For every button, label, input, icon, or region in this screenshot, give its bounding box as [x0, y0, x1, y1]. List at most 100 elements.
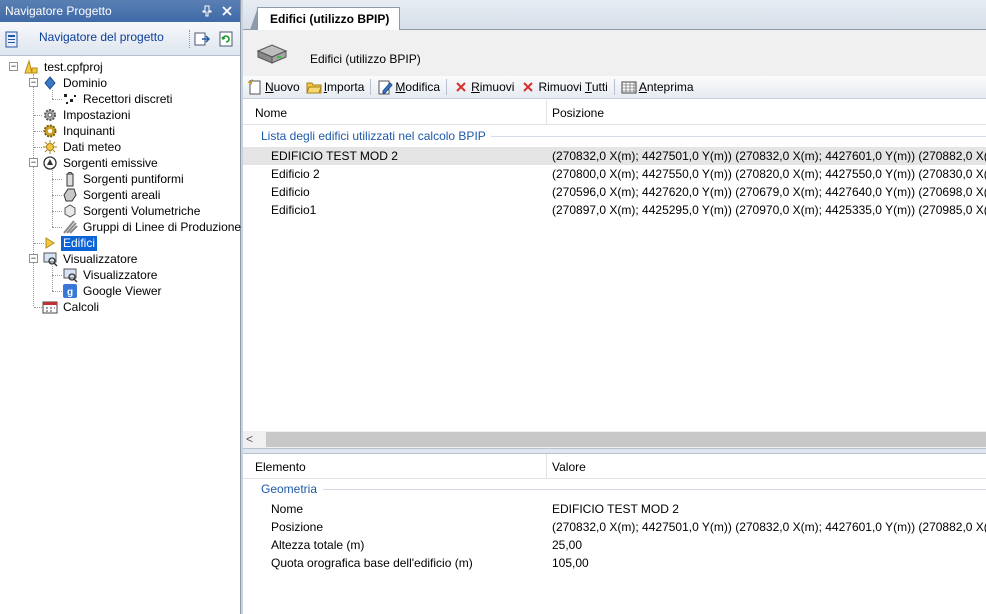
collapse-toggle[interactable]: − [29, 158, 38, 167]
tree-item-label: Sorgenti Volumetriche [83, 203, 201, 218]
collapse-toggle[interactable]: − [29, 254, 38, 263]
tree-item-weather-data[interactable]: Dati meteo [42, 139, 123, 155]
tree-item-label: Visualizzatore [63, 251, 138, 266]
new-button[interactable]: Nuovo [247, 79, 300, 95]
table-row[interactable]: Edificio (270596,0 X(m); 4427620,0 Y(m))… [243, 183, 986, 201]
tree-item-buildings[interactable]: Edifici [42, 235, 98, 251]
building-name: Edificio1 [271, 203, 317, 217]
building-disk-icon [255, 42, 289, 66]
tree-item-viewer-child[interactable]: Visualizzatore [62, 267, 159, 283]
tree-item-discrete-receptors[interactable]: Recettori discreti [62, 91, 174, 107]
sources-icon [42, 155, 58, 171]
document-area: Edifici (utilizzo BPIP) Edifici (utilizz… [243, 0, 986, 614]
tree-item-google-viewer[interactable]: g Google Viewer [62, 283, 164, 299]
building-position: (270897,0 X(m); 4425295,0 Y(m)) (270970,… [552, 203, 986, 217]
column-divider[interactable] [546, 100, 547, 125]
calculations-icon [42, 299, 58, 315]
tree-connector [52, 291, 62, 292]
viewer-icon [42, 251, 58, 267]
horizontal-scrollbar[interactable]: < [243, 431, 986, 448]
property-row[interactable]: Nome EDIFICIO TEST MOD 2 [243, 500, 986, 518]
tree-item-volume-sources[interactable]: Sorgenti Volumetriche [62, 203, 202, 219]
point-source-icon [62, 171, 78, 187]
tree-item-label: Sorgenti puntiformi [83, 171, 184, 186]
tree-item-calculations[interactable]: Calcoli [42, 299, 101, 315]
toolbar-separator [613, 79, 615, 95]
property-name: Posizione [271, 520, 324, 534]
weather-icon [42, 139, 58, 155]
import-button-label: Importa [323, 80, 365, 94]
preview-icon [621, 79, 637, 95]
export-icon[interactable] [194, 31, 210, 47]
group-divider-line [491, 136, 986, 137]
navigator-toolbar-label: Navigatore del progetto [39, 29, 164, 44]
pin-icon[interactable] [200, 4, 214, 18]
preview-button-label: Anteprima [638, 80, 694, 94]
column-header-value[interactable]: Valore [552, 460, 586, 474]
buildings-grid-header: Nome Posizione [243, 100, 986, 125]
column-header-name[interactable]: Nome [255, 106, 287, 120]
tree-item-point-sources[interactable]: Sorgenti puntiformi [62, 171, 186, 187]
tree-connector [52, 179, 62, 180]
navigator-toolbar: Navigatore del progetto [0, 22, 240, 56]
document-toolbar: Nuovo Importa Modifica Rimuovi Rimuovi T… [243, 76, 986, 99]
toolbar-separator [446, 79, 448, 95]
tree-connector [34, 131, 42, 132]
remove-all-button[interactable]: Rimuovi Tutti [520, 79, 608, 95]
tree-item-label: Dati meteo [63, 139, 122, 154]
tree-connector [52, 99, 62, 100]
table-row[interactable]: Edificio 2 (270800,0 X(m); 4427550,0 Y(m… [243, 165, 986, 183]
close-icon[interactable] [220, 4, 234, 18]
tree-item-emission-sources[interactable]: Sorgenti emissive [42, 155, 160, 171]
table-row[interactable]: Edificio1 (270897,0 X(m); 4425295,0 Y(m)… [243, 201, 986, 219]
remove-button[interactable]: Rimuovi [453, 79, 514, 95]
table-row[interactable]: EDIFICIO TEST MOD 2 (270832,0 X(m); 4427… [243, 147, 986, 165]
property-row[interactable]: Altezza totale (m) 25,00 [243, 536, 986, 554]
tree-item-settings[interactable]: Impostazioni [42, 107, 132, 123]
tab-buildings-bpip[interactable]: Edifici (utilizzo BPIP) [249, 7, 401, 30]
navigator-document-icon [4, 31, 20, 47]
tree-item-label: Gruppi di Linee di Produzione [83, 219, 242, 234]
tree-connector [34, 115, 42, 116]
tree-item-label: Inquinanti [63, 123, 116, 138]
refresh-icon[interactable] [218, 31, 234, 47]
column-header-position[interactable]: Posizione [552, 106, 604, 120]
svg-text:g: g [67, 287, 73, 298]
area-source-icon [62, 187, 78, 203]
preview-button[interactable]: Anteprima [621, 79, 694, 95]
tree-item-viewer[interactable]: Visualizzatore [42, 251, 139, 267]
building-name: EDIFICIO TEST MOD 2 [271, 149, 398, 163]
property-row[interactable]: Quota orografica base dell'edificio (m) … [243, 554, 986, 572]
column-header-element[interactable]: Elemento [255, 460, 306, 474]
properties-grid-header: Elemento Valore [243, 454, 986, 479]
toolbar-separator [370, 79, 372, 95]
tree-item-label: Sorgenti areali [83, 187, 161, 202]
tree-item-label: Sorgenti emissive [63, 155, 158, 170]
import-button[interactable]: Importa [306, 79, 365, 95]
tree-item-pollutants[interactable]: Inquinanti [42, 123, 117, 139]
property-row[interactable]: Posizione (270832,0 X(m); 4427501,0 Y(m)… [243, 518, 986, 536]
buildings-group-label: Lista degli edifici utilizzati nel calco… [261, 129, 486, 143]
tree-item-area-sources[interactable]: Sorgenti areali [62, 187, 162, 203]
app-window: Navigatore Progetto Navigatore del proge… [0, 0, 986, 614]
collapse-toggle[interactable]: − [29, 78, 38, 87]
document-header: Edifici (utilizzo BPIP) [243, 30, 986, 76]
column-divider[interactable] [546, 454, 547, 479]
collapse-toggle[interactable]: − [9, 62, 18, 71]
edit-button[interactable]: Modifica [377, 79, 440, 95]
building-name: Edificio [271, 185, 310, 199]
tree-item-project[interactable]: test.cpfproj [23, 59, 105, 75]
open-folder-icon [306, 79, 322, 95]
tree-connector [33, 74, 34, 306]
property-name: Altezza totale (m) [271, 538, 365, 552]
tree-item-label: Recettori discreti [83, 91, 173, 106]
scroll-left-icon[interactable]: < [246, 432, 253, 446]
tree-item-production-lines[interactable]: Gruppi di Linee di Produzione [62, 219, 243, 235]
volume-source-icon [62, 203, 78, 219]
building-position: (270832,0 X(m); 4427501,0 Y(m)) (270832,… [552, 149, 986, 163]
edit-button-label: Modifica [395, 80, 441, 94]
building-position: (270800,0 X(m); 4427550,0 Y(m)) (270820,… [552, 167, 986, 181]
scrollbar-thumb[interactable] [266, 432, 986, 447]
tree-item-domain[interactable]: Dominio [42, 75, 109, 91]
settings-icon [42, 107, 58, 123]
